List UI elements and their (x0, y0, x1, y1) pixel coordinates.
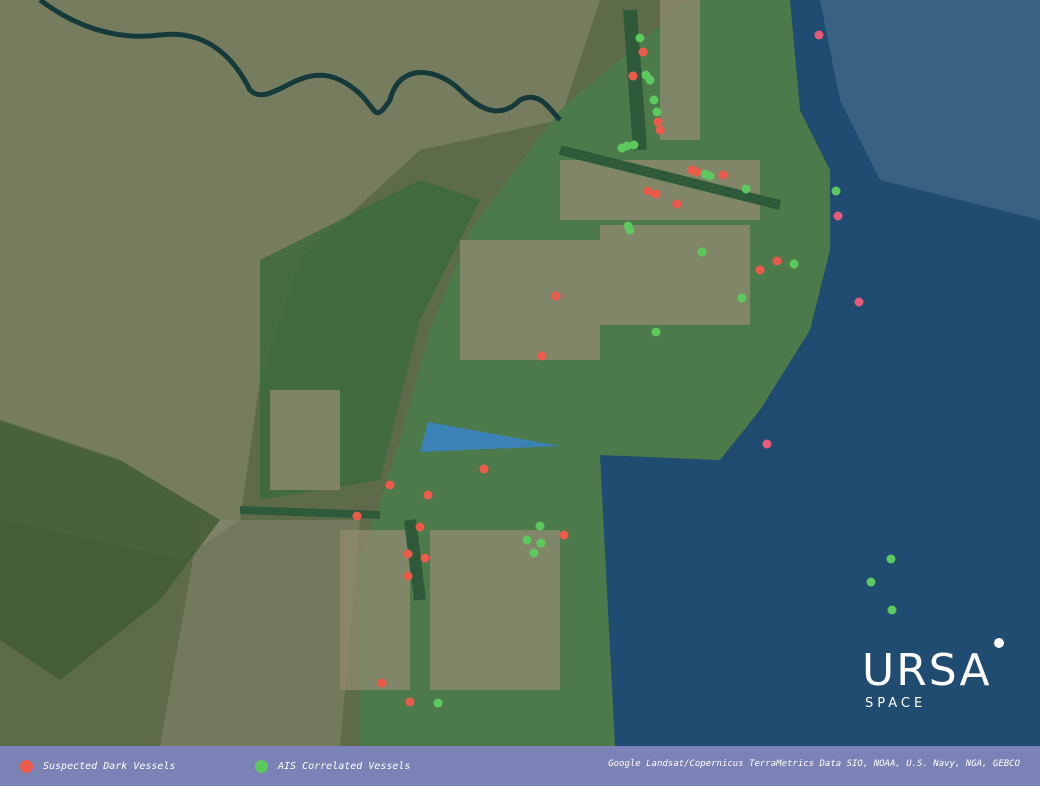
ais-vessel-marker[interactable] (522, 535, 532, 545)
dark-vessel-marker[interactable] (403, 549, 413, 559)
ais-vessel-marker[interactable] (649, 95, 659, 105)
land-block (600, 225, 750, 325)
dark-vessel-marker[interactable] (405, 697, 415, 707)
legend-item-ais-vessels: AIS Correlated Vessels (255, 758, 410, 774)
ais-vessel-marker[interactable] (789, 259, 799, 269)
dark-vessel-marker[interactable] (755, 265, 765, 275)
dark-vessel-marker[interactable] (643, 186, 653, 196)
dark-vessel-marker[interactable] (655, 125, 665, 135)
dark-vessel-marker[interactable] (672, 199, 682, 209)
ursa-space-logo: URSA SPACE (862, 638, 1022, 724)
dark-vessel-marker[interactable] (762, 439, 772, 449)
ais-vessel-marker[interactable] (705, 171, 715, 181)
ais-vessel-marker[interactable] (651, 327, 661, 337)
ais-vessel-marker[interactable] (737, 293, 747, 303)
green-dot-icon (255, 759, 268, 773)
dark-vessel-marker[interactable] (403, 571, 413, 581)
ais-vessel-marker[interactable] (629, 140, 639, 150)
ais-vessel-marker[interactable] (536, 538, 546, 548)
ais-vessel-marker[interactable] (697, 247, 707, 257)
dark-vessel-marker[interactable] (638, 47, 648, 57)
dark-vessel-marker[interactable] (692, 167, 702, 177)
logo-wordmark: URSA (862, 645, 992, 696)
land-block (460, 240, 600, 360)
ais-vessel-marker[interactable] (741, 184, 751, 194)
ais-vessel-marker[interactable] (635, 33, 645, 43)
ais-vessel-marker[interactable] (831, 186, 841, 196)
land-block (660, 0, 700, 140)
ais-vessel-marker[interactable] (886, 554, 896, 564)
legend-label-ais: AIS Correlated Vessels (278, 760, 411, 772)
dark-vessel-marker[interactable] (814, 30, 824, 40)
dark-vessel-marker[interactable] (479, 464, 489, 474)
ais-vessel-marker[interactable] (433, 698, 443, 708)
dark-vessel-marker[interactable] (385, 480, 395, 490)
dark-vessel-marker[interactable] (651, 189, 661, 199)
map-canvas (0, 0, 1040, 746)
legend-bar: Suspected Dark Vessels AIS Correlated Ve… (0, 746, 1040, 786)
logo-tagline: SPACE (865, 696, 927, 711)
land-block (430, 530, 560, 690)
land-block (340, 530, 410, 690)
ais-vessel-marker[interactable] (866, 577, 876, 587)
ais-vessel-marker[interactable] (529, 548, 539, 558)
dark-vessel-marker[interactable] (772, 256, 782, 266)
ais-vessel-marker[interactable] (625, 225, 635, 235)
dark-vessel-marker[interactable] (628, 71, 638, 81)
dark-vessel-marker[interactable] (551, 291, 561, 301)
ais-vessel-marker[interactable] (652, 107, 662, 117)
dark-vessel-marker[interactable] (377, 678, 387, 688)
dark-vessel-marker[interactable] (559, 530, 569, 540)
dark-vessel-marker[interactable] (537, 351, 547, 361)
dark-vessel-marker[interactable] (423, 490, 433, 500)
dark-vessel-marker[interactable] (352, 511, 362, 521)
ais-vessel-marker[interactable] (535, 521, 545, 531)
satellite-map[interactable]: URSA SPACE (0, 0, 1040, 746)
dark-vessel-marker[interactable] (833, 211, 843, 221)
legend-label-dark: Suspected Dark Vessels (43, 760, 176, 772)
logo-dot-icon (994, 638, 1004, 648)
ais-vessel-marker[interactable] (887, 605, 897, 615)
ais-vessel-marker[interactable] (645, 75, 655, 85)
dark-vessel-marker[interactable] (420, 553, 430, 563)
dark-vessel-marker[interactable] (653, 117, 663, 127)
dark-vessel-marker[interactable] (854, 297, 864, 307)
red-dot-icon (20, 759, 33, 773)
dark-vessel-marker[interactable] (718, 170, 728, 180)
dark-vessel-marker[interactable] (415, 522, 425, 532)
map-attribution: Google Landsat/Copernicus TerraMetrics D… (608, 759, 1020, 769)
land-block (270, 390, 340, 490)
legend-item-dark-vessels: Suspected Dark Vessels (20, 758, 175, 774)
